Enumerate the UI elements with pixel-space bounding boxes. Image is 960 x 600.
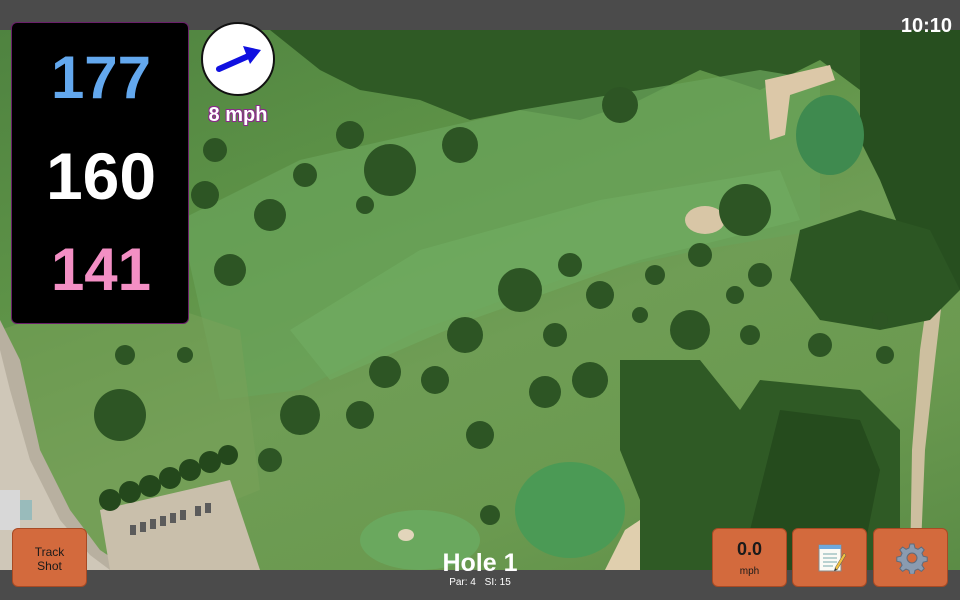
speed-value: 0.0 <box>736 539 763 559</box>
wind-speed: 8 mph <box>208 104 268 126</box>
gear-icon <box>896 543 928 574</box>
track-shot-label-line2: Shot <box>37 559 62 573</box>
track-shot-button[interactable]: Track Shot <box>12 528 87 587</box>
back-distance: 177 <box>50 44 152 111</box>
middle-distance: 160 <box>45 139 157 213</box>
distance-panel: 177 160 141 <box>11 22 189 324</box>
front-distance: 141 <box>50 236 152 303</box>
notepad-icon <box>818 544 847 572</box>
hole-par: Par: 4 <box>449 577 476 588</box>
speed-button[interactable]: 0.0 mph <box>712 528 787 587</box>
hole-title: Hole 1 <box>442 549 518 577</box>
wind-indicator <box>201 22 275 96</box>
clock: 10:10 <box>900 15 952 37</box>
track-shot-label-line1: Track <box>34 545 65 559</box>
scorecard-notes-button[interactable] <box>792 528 867 587</box>
hole-info: Par: 4 SI: 15 <box>380 577 580 588</box>
settings-button[interactable] <box>873 528 948 587</box>
golf-gps-screen: 10:10 177 160 141 8 mph Track Shot Hole … <box>0 0 960 600</box>
wind-arrow-icon <box>216 46 261 72</box>
hole-stroke-index: SI: 15 <box>484 577 511 588</box>
speed-unit: mph <box>739 566 760 577</box>
